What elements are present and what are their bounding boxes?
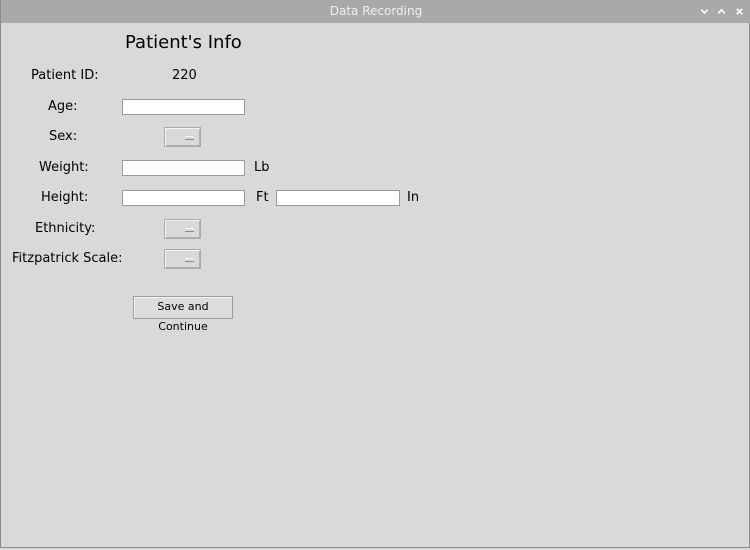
fitzpatrick-dropdown[interactable] (164, 249, 201, 269)
page-title: Patient's Info (125, 32, 242, 53)
option-menu-indicator-icon (185, 258, 194, 262)
option-menu-indicator-icon (185, 228, 194, 232)
age-input[interactable] (122, 99, 245, 115)
window-title: Data Recording (329, 4, 423, 18)
save-and-continue-button[interactable]: Save and Continue (133, 296, 233, 333)
weight-input[interactable] (122, 160, 245, 176)
height-inches-unit: In (407, 190, 420, 205)
age-label: Age: (48, 99, 78, 114)
height-inches-input[interactable] (276, 190, 400, 206)
maximize-icon[interactable] (714, 4, 728, 18)
ethnicity-label: Ethnicity: (35, 221, 96, 236)
height-label: Height: (41, 190, 89, 205)
sex-label: Sex: (49, 129, 78, 144)
ethnicity-dropdown[interactable] (164, 219, 201, 239)
patient-id-label: Patient ID: (31, 68, 99, 83)
option-menu-indicator-icon (185, 136, 194, 140)
fitzpatrick-label: Fitzpatrick Scale: (12, 251, 123, 266)
title-bar[interactable]: Data Recording (1, 0, 750, 23)
minimize-icon[interactable] (697, 4, 711, 18)
sex-dropdown[interactable] (164, 127, 201, 147)
patient-id-value: 220 (172, 68, 197, 83)
height-feet-input[interactable] (122, 190, 245, 206)
weight-label: Weight: (39, 160, 89, 175)
close-icon[interactable] (732, 4, 746, 18)
form-area: Patient's Info Patient ID: 220 Age: Sex:… (1, 23, 750, 548)
app-window: Data Recording Patient's Info Patient ID… (0, 0, 750, 548)
weight-unit: Lb (254, 160, 270, 175)
height-feet-unit: Ft (256, 190, 269, 205)
